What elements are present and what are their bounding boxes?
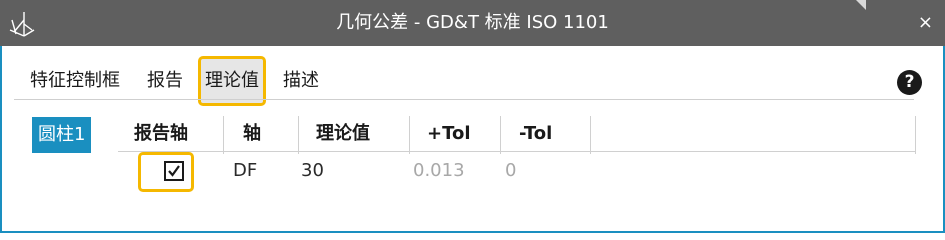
table-header: 报告轴 轴 理论值 +Tol -Tol <box>118 116 916 154</box>
table-cell-plus-tol[interactable]: 0.013 <box>413 157 465 185</box>
column-header-minus-tol: -Tol <box>519 123 553 144</box>
tab-report[interactable]: 报告 <box>147 64 183 98</box>
table-cell-axis: DF <box>233 160 258 181</box>
column-header-axis: 轴 <box>243 123 261 144</box>
column-header-plus-tol: +Tol <box>427 123 471 144</box>
nominal-table: 报告轴 轴 理论值 +Tol -Tol <box>118 116 916 154</box>
checkmark-icon <box>168 165 180 177</box>
close-icon: × <box>917 12 933 33</box>
column-divider <box>223 116 224 154</box>
resize-corner-icon <box>856 0 866 10</box>
app-logo-icon <box>9 12 35 37</box>
window-frame-bottom <box>0 231 945 233</box>
help-icon[interactable]: ? <box>897 70 922 95</box>
tab-divider <box>14 99 914 100</box>
window-title: 几何公差 - GD&T 标准 ISO 1101 <box>336 12 609 33</box>
report-axis-checkbox[interactable] <box>164 161 184 181</box>
column-header-report-axis: 报告轴 <box>134 123 188 144</box>
tab-feature-control-frame[interactable]: 特征控制框 <box>30 64 120 98</box>
tab-description[interactable]: 描述 <box>283 64 319 98</box>
column-divider <box>409 116 410 154</box>
column-divider <box>298 116 299 154</box>
column-divider <box>915 116 916 154</box>
column-divider <box>590 116 591 154</box>
close-button[interactable]: × <box>880 0 945 46</box>
title-bar: 几何公差 - GD&T 标准 ISO 1101 × <box>0 0 945 46</box>
column-divider <box>500 116 501 154</box>
window-frame-left <box>0 46 2 233</box>
table-cell-nominal[interactable]: 30 <box>301 157 324 185</box>
feature-label-cylinder[interactable]: 圆柱1 <box>32 117 92 153</box>
table-cell-minus-tol[interactable]: 0 <box>505 157 516 185</box>
column-header-nominal: 理论值 <box>316 123 370 144</box>
